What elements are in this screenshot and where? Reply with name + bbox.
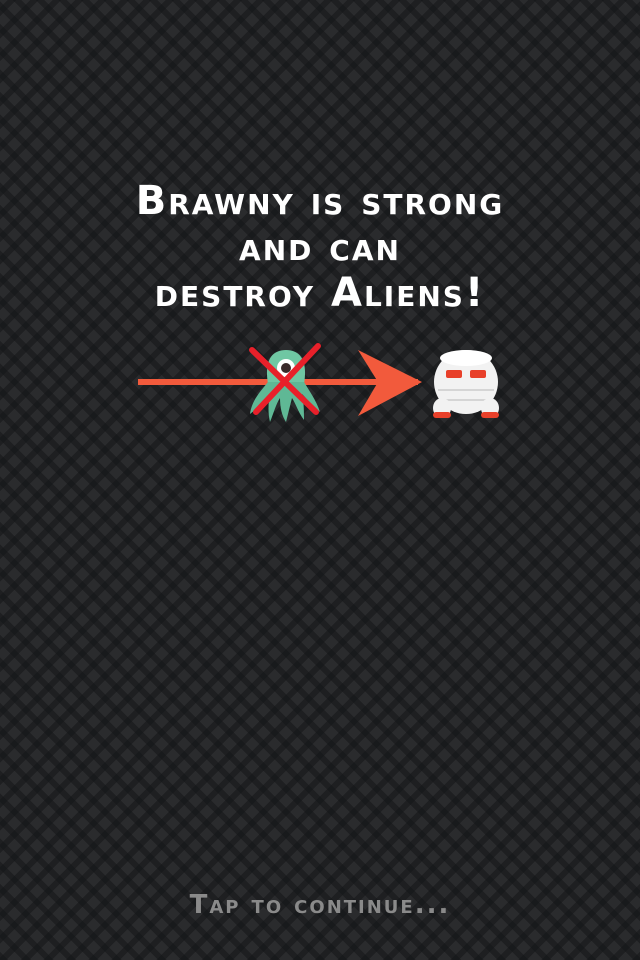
message-line-2: and can (239, 224, 401, 270)
message-line-3: destroy Aliens! (154, 270, 486, 316)
tap-to-continue[interactable]: Tap to continue... (0, 890, 640, 920)
tutorial-illustration (120, 330, 520, 440)
message-line-1: Brawny is strong (135, 178, 505, 224)
brawny-robot-icon (433, 350, 499, 418)
tutorial-screen[interactable]: Brawny is strong and can destroy Aliens! (0, 0, 640, 960)
tutorial-message: Brawny is strong and can destroy Aliens! (0, 178, 640, 316)
